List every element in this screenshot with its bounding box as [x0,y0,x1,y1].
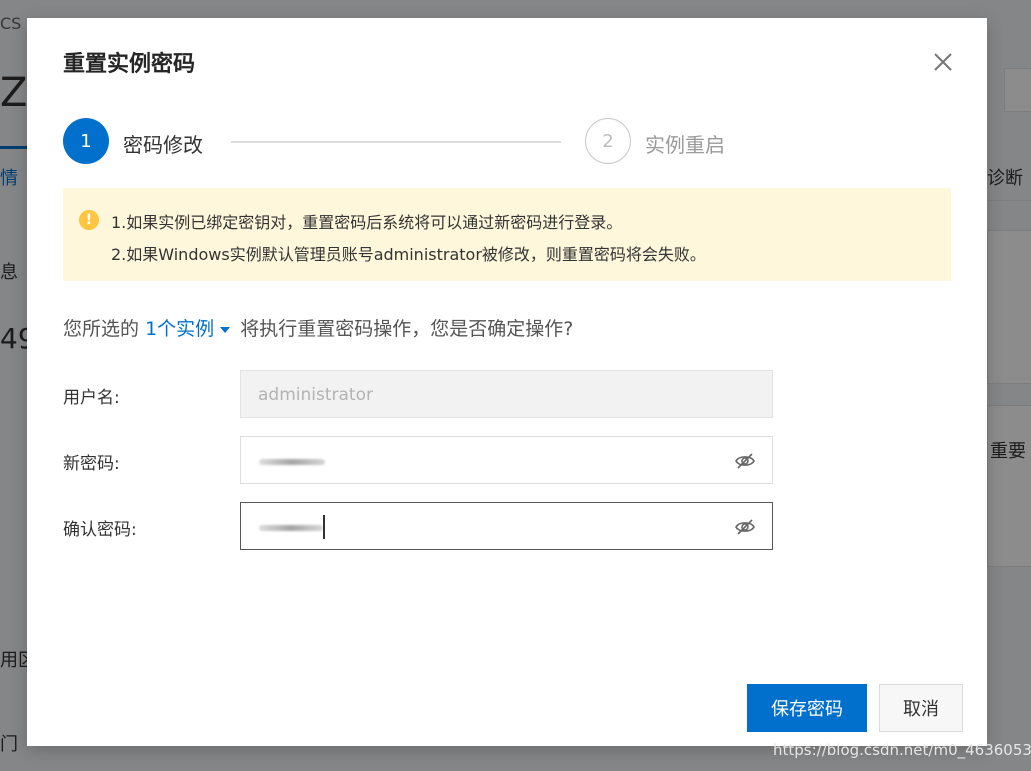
watermark-text: https://blog.csdn.net/m0_46360532 [773,741,1031,759]
close-button[interactable] [930,49,956,75]
instance-count-link[interactable]: 1个实例 [145,318,234,340]
notice-line-1: 1.如果实例已绑定密钥对，重置密码后系统将可以通过新密码进行登录。 [111,213,623,232]
username-value: administrator [258,385,373,405]
close-icon [934,53,952,71]
warning-icon: ! [79,210,99,230]
new-password-field[interactable] [240,436,773,484]
cancel-button[interactable]: 取消 [879,684,963,732]
eye-off-icon[interactable] [734,516,756,538]
step-1-label: 密码修改 [123,133,203,157]
confirm-prefix: 您所选的 [63,318,140,340]
eye-off-icon[interactable] [734,450,756,472]
warning-notice: ! 1.如果实例已绑定密钥对，重置密码后系统将可以通过新密码进行登录。 2.如果… [63,188,951,281]
step-connector [231,141,561,143]
step-2-label: 实例重启 [645,133,725,157]
new-password-label: 新密码: [63,454,120,474]
notice-line-2: 2.如果Windows实例默认管理员账号administrator被修改，则重置… [111,245,706,264]
save-password-button[interactable]: 保存密码 [747,684,867,732]
password-mask [259,525,323,531]
step-2-circle: 2 [585,118,631,164]
step-1-circle: 1 [63,118,109,164]
confirm-message: 您所选的 1个实例 将执行重置密码操作，您是否确定操作? [63,314,573,341]
username-field: administrator [240,370,773,418]
step-indicator: 1 密码修改 2 实例重启 [63,118,763,166]
caret-down-icon [220,326,231,333]
reset-password-dialog: 重置实例密码 1 密码修改 2 实例重启 ! 1.如果实例已绑定密钥对，重置密码… [27,18,987,746]
confirm-suffix: 将执行重置密码操作，您是否确定操作? [240,318,574,340]
password-mask [259,459,325,465]
text-cursor [323,515,325,539]
instance-count-text: 1个实例 [145,318,215,340]
dialog-title: 重置实例密码 [63,52,196,77]
confirm-password-field[interactable] [240,502,773,550]
username-label: 用户名: [63,388,120,408]
confirm-password-label: 确认密码: [63,520,137,540]
